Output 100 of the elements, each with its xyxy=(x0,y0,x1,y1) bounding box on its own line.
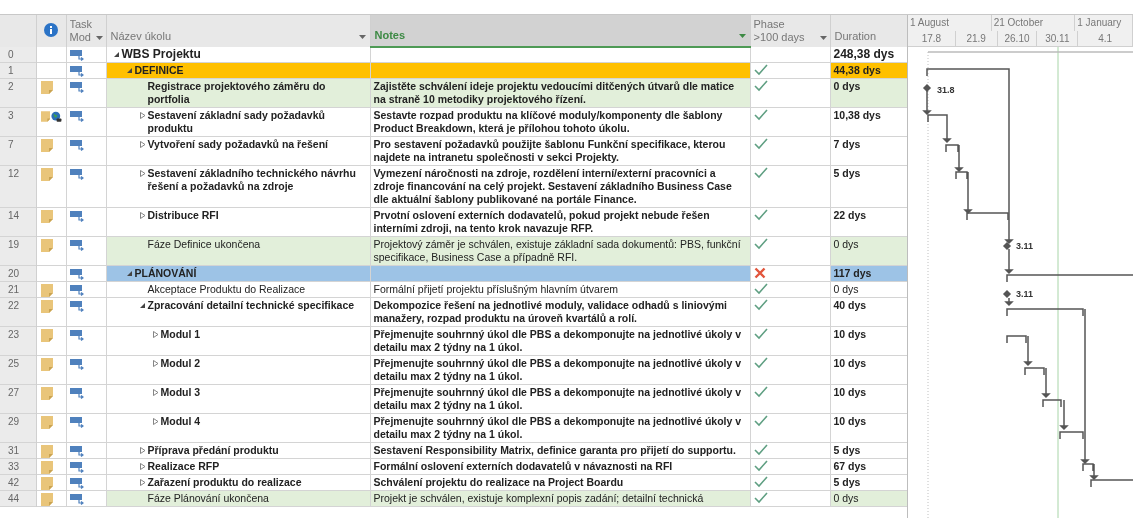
task-notes: Formální oslovení externích dodavatelů v návaznosti na RFI xyxy=(373,460,673,472)
collapsed-triangle-icon[interactable] xyxy=(151,418,159,425)
task-name[interactable]: Modul 1 xyxy=(160,328,201,341)
task-duration: 10 dys xyxy=(833,357,867,369)
task-name[interactable]: Fáze Definice ukončena xyxy=(147,238,261,251)
note-icon[interactable] xyxy=(40,493,53,506)
collapsed-triangle-icon[interactable] xyxy=(138,170,146,177)
indicators-column-header[interactable] xyxy=(36,15,66,47)
task-name[interactable]: Realizace RFP xyxy=(147,460,220,473)
row-number[interactable]: 29 xyxy=(0,413,36,443)
task-name[interactable]: Modul 4 xyxy=(160,415,201,428)
note-icon[interactable] xyxy=(40,329,53,342)
row-number[interactable]: 27 xyxy=(0,384,36,414)
name-column-header[interactable]: Název úkolu xyxy=(110,30,172,43)
note-icon[interactable] xyxy=(40,461,53,474)
row-number[interactable]: 14 xyxy=(0,207,36,237)
task-mode-icon xyxy=(69,417,86,428)
note-icon[interactable] xyxy=(40,416,53,429)
globe-icon[interactable] xyxy=(51,110,62,123)
collapsed-triangle-icon[interactable] xyxy=(138,447,146,454)
task-duration: 0 dys xyxy=(833,283,859,295)
note-icon[interactable] xyxy=(40,358,53,371)
task-duration: 248,38 dys xyxy=(833,47,895,61)
row-number[interactable]: 3 xyxy=(0,107,36,137)
collapsed-triangle-icon[interactable] xyxy=(138,141,146,148)
task-duration: 10 dys xyxy=(833,386,867,398)
task-duration: 5 dys xyxy=(833,167,861,179)
note-icon[interactable] xyxy=(40,168,53,181)
timescale-label: 21.9 xyxy=(966,33,986,44)
task-name[interactable]: PLÁNOVÁNÍ xyxy=(134,267,197,280)
task-name[interactable]: Vytvoření sady požadavků na řešení xyxy=(147,138,328,151)
task-duration: 67 dys xyxy=(833,460,867,472)
dropdown-caret-icon[interactable] xyxy=(738,33,746,38)
timescale-label: 30.11 xyxy=(1045,33,1070,44)
collapsed-triangle-icon[interactable] xyxy=(151,389,159,396)
timescale-label: 21 October xyxy=(993,17,1044,28)
notes-column-header[interactable]: Notes xyxy=(374,29,406,42)
milestone-date: 3.11 xyxy=(1016,289,1034,299)
task-name[interactable]: Modul 2 xyxy=(160,357,201,370)
dropdown-caret-icon[interactable] xyxy=(358,34,366,39)
task-mode-icon xyxy=(69,330,86,341)
task-mode-icon xyxy=(69,301,86,312)
row-number[interactable]: 22 xyxy=(0,297,36,327)
task-name[interactable]: DEFINICE xyxy=(134,64,184,77)
task-duration: 0 dys xyxy=(833,238,859,250)
note-icon[interactable] xyxy=(40,387,53,400)
row-number[interactable]: 19 xyxy=(0,236,36,266)
row-number[interactable]: 23 xyxy=(0,326,36,356)
row-number[interactable]: 7 xyxy=(0,136,36,166)
note-icon[interactable] xyxy=(40,300,53,313)
row-number[interactable]: 2 xyxy=(0,78,36,108)
task-name[interactable]: Modul 3 xyxy=(160,386,201,399)
note-icon[interactable] xyxy=(40,477,53,490)
note-icon[interactable] xyxy=(40,139,53,152)
task-notes: Dekompozice řešení na jednotlivé moduly, validace odhadů s liniovými manažery, rozpad produktu na úroveň kvartálů a rolí. xyxy=(373,299,727,324)
task-name[interactable]: Akceptace Produktu do Realizace xyxy=(147,283,306,296)
note-icon[interactable] xyxy=(40,210,53,223)
collapsed-triangle-icon[interactable] xyxy=(138,112,146,119)
task-mode-icon xyxy=(69,446,86,457)
note-icon[interactable] xyxy=(40,81,53,94)
milestone-date: 31.8 xyxy=(937,85,955,95)
row-number[interactable]: 0 xyxy=(0,47,36,63)
timescale-label: 26.10 xyxy=(1004,33,1030,44)
task-name[interactable]: Zpracování detailní technické specifikace xyxy=(147,299,355,312)
task-duration: 22 dys xyxy=(833,209,867,221)
collapsed-triangle-icon[interactable] xyxy=(151,360,159,367)
collapsed-triangle-icon[interactable] xyxy=(138,463,146,470)
note-icon[interactable] xyxy=(40,445,53,458)
collapsed-triangle-icon[interactable] xyxy=(138,212,146,219)
info-icon[interactable] xyxy=(44,23,58,37)
dropdown-caret-icon[interactable] xyxy=(819,36,827,40)
task-mode-icon xyxy=(69,111,86,122)
timescale-label: 1 January xyxy=(1077,17,1122,28)
task-mode-icon xyxy=(69,494,86,505)
row-number[interactable]: 12 xyxy=(0,165,36,208)
task-mode-icon xyxy=(69,462,86,473)
expanded-triangle-icon[interactable] xyxy=(125,270,133,277)
dropdown-caret-icon[interactable] xyxy=(95,36,103,40)
task-mode-icon xyxy=(69,240,86,251)
collapsed-triangle-icon[interactable] xyxy=(151,331,159,338)
note-icon[interactable] xyxy=(40,284,53,297)
row-number[interactable]: 25 xyxy=(0,355,36,385)
task-duration: 5 dys xyxy=(833,444,861,456)
collapsed-triangle-icon[interactable] xyxy=(138,479,146,486)
expanded-triangle-icon[interactable] xyxy=(125,67,133,74)
task-duration: 5 dys xyxy=(833,476,861,488)
task-duration: 10 dys xyxy=(833,415,867,427)
expanded-triangle-icon[interactable] xyxy=(112,51,120,58)
task-notes: Prvotní oslovení externích dodavatelů, pokud projekt nebude řešen interními zdroji, na tento krok navazuje RFP. xyxy=(373,209,710,234)
timescale-label: 1 August xyxy=(910,17,949,28)
task-name[interactable]: WBS Projektu xyxy=(121,48,201,61)
task-notes: Přejmenujte souhrnný úkol dle PBS a dekomponujte na jednotlivé úkoly v detailu max 2 týdny na 1 úkol. xyxy=(373,357,742,382)
task-name[interactable]: Sestavení základního technického návrhu řešení a požadavků na zdroje xyxy=(147,167,366,193)
task-duration: 0 dys xyxy=(833,80,861,92)
expanded-triangle-icon[interactable] xyxy=(138,302,146,309)
task-name[interactable]: Distribuce RFI xyxy=(147,209,219,222)
task-notes: Formální přijetí projektu příslušným hlavním útvarem xyxy=(373,283,618,295)
task-name[interactable]: Příprava předání produktu xyxy=(147,444,279,457)
note-icon[interactable] xyxy=(40,239,53,252)
task-name[interactable]: Sestavení základní sady požadavků produktu xyxy=(147,109,366,135)
